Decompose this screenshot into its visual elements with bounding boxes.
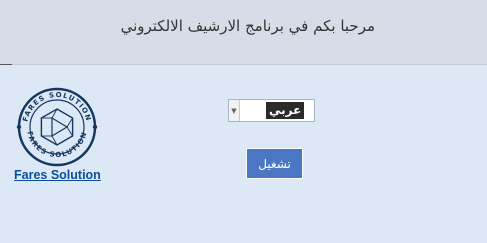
company-logo-icon: FARES SOLUTION FARES SOLUTION (16, 87, 98, 167)
page-title: مرحبا بكم في برنامج الارشيف الالكتروني (120, 17, 375, 35)
language-select[interactable]: ▼ عربي (228, 99, 315, 122)
chevron-down-icon[interactable]: ▼ (229, 100, 240, 121)
run-button[interactable]: تشغيل (246, 148, 303, 179)
fares-solution-link[interactable]: Fares Solution (14, 168, 101, 182)
header-bar: مرحبا بكم في برنامج الارشيف الالكتروني (0, 0, 487, 65)
language-select-value: عربي (266, 102, 305, 119)
